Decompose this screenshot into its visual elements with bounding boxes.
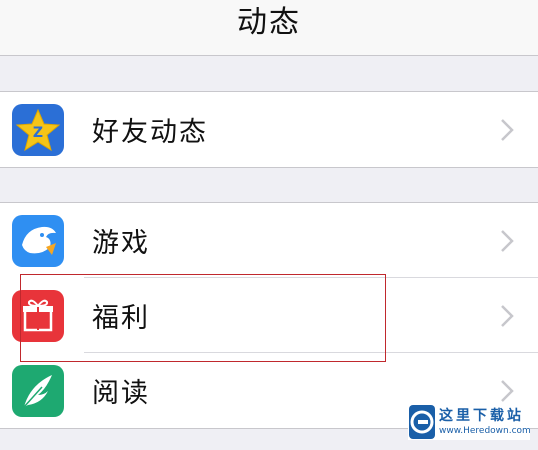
row-welfare[interactable]: 福利	[0, 278, 538, 353]
page-title: 动态	[237, 4, 301, 40]
row-games[interactable]: 游戏	[0, 203, 538, 278]
site-logo-icon	[409, 405, 435, 439]
row-friend-feed[interactable]: Z 好友动态	[0, 92, 538, 167]
watermark-text: 这里下载站 www.Heredown.com	[439, 409, 531, 436]
chevron-right-icon	[501, 229, 514, 252]
row-label-reading: 阅读	[92, 378, 150, 409]
chevron-right-icon	[501, 118, 514, 141]
game-shark-icon	[12, 214, 64, 267]
chevron-right-icon	[501, 304, 514, 327]
watermark-url: www.Heredown.com	[439, 425, 531, 436]
gift-icon	[12, 289, 64, 342]
watermark: 这里下载站 www.Heredown.com	[408, 404, 531, 440]
row-label-friend-feed: 好友动态	[92, 117, 208, 148]
qzone-star-icon: Z	[12, 103, 64, 156]
group-apps: 游戏 福利 阅读	[0, 202, 538, 429]
row-label-welfare: 福利	[92, 303, 150, 334]
chevron-right-icon	[501, 379, 514, 402]
feather-book-icon	[12, 364, 64, 417]
nav-bar: 动态	[0, 0, 538, 56]
row-label-games: 游戏	[92, 228, 150, 259]
watermark-name: 这里下载站	[439, 407, 524, 424]
group-friends: Z 好友动态	[0, 91, 538, 168]
svg-text:Z: Z	[33, 125, 43, 141]
